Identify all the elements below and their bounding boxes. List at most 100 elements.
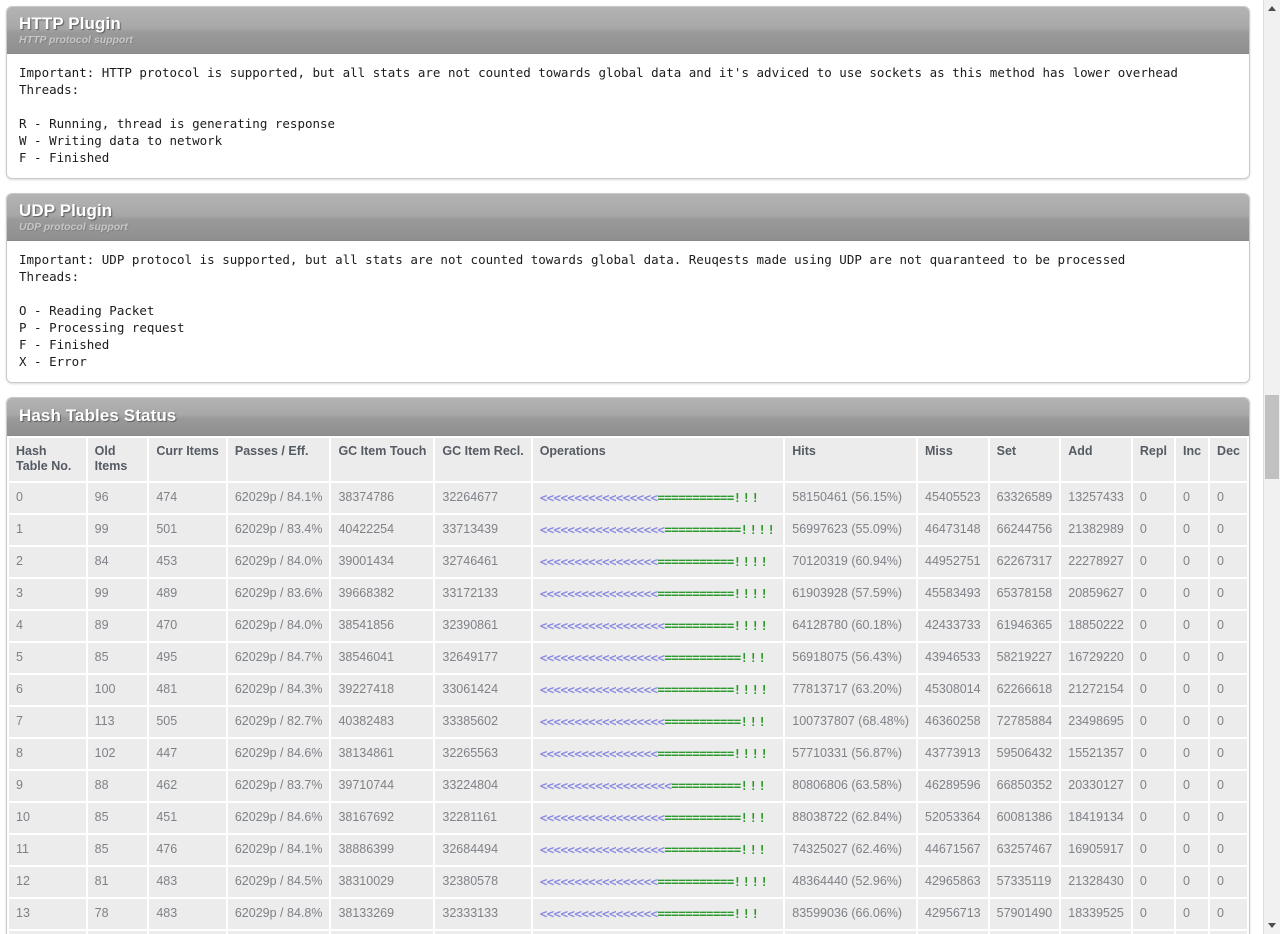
hash-tables-header-row: Hash Table No. Old Items Curr Items Passes … (9, 438, 1247, 481)
cell-hits: 77813717 (63.20%) (785, 675, 917, 705)
cell-dec: 0 (1210, 547, 1247, 577)
cell-inc: 0 (1175, 579, 1209, 609)
ops-bangs-marker: !!!! (733, 874, 770, 889)
cell-hits: 48364440 (52.96%) (785, 867, 917, 897)
cell-no: 2 (9, 547, 86, 577)
cell-curr: 483 (149, 899, 226, 929)
ops-equals-bar: =========== (664, 650, 741, 665)
cell-touch: 39710744 (331, 771, 434, 801)
vertical-scrollbar[interactable] (1263, 0, 1280, 934)
cell-recl: 32281161 (435, 803, 531, 833)
cell-recl: 32746461 (435, 547, 531, 577)
table-row: 2 84 453 62029p / 84.0% 39001434 32746461 <<<<… (9, 547, 1247, 577)
cell-add: 21272154 (1061, 675, 1131, 705)
ops-bangs-marker: !!! (740, 810, 768, 825)
ops-arrows-icon: <<<<<<<<<<<<<<<<< (539, 490, 658, 505)
table-row: 5 85 495 62029p / 84.7% 38546041 32649177 <<<<… (9, 643, 1247, 673)
ops-equals-bar: =========== (657, 906, 734, 921)
scroll-up-button[interactable] (1264, 0, 1280, 17)
cell-passes: 62029p / 83.6% (227, 579, 330, 609)
cell-recl: 33172133 (435, 579, 531, 609)
cell-miss: 42433733 (918, 611, 988, 641)
cell-set: 72785884 (989, 707, 1060, 737)
cell-miss: 42956713 (918, 899, 988, 929)
table-row: 3 99 489 62029p / 83.6% 39668382 33172133 <<<<… (9, 579, 1247, 609)
cell-repl: 0 (1132, 611, 1174, 641)
cell-old: 96 (87, 483, 148, 513)
cell-hits: 80806806 (63.58%) (785, 771, 917, 801)
ops-arrows-icon: <<<<<<<<<<<<<<<<<< (539, 714, 665, 729)
cell-old: 102 (87, 739, 148, 769)
ops-equals-bar: =========== (657, 490, 734, 505)
cell-passes: 62029p / 84.6% (227, 803, 330, 833)
cell-set: 63257467 (989, 835, 1060, 865)
cell-add: 21328430 (1061, 867, 1131, 897)
cell-miss: 44952751 (918, 547, 988, 577)
cell-touch: 38133269 (331, 899, 434, 929)
cell-repl: 0 (1132, 867, 1174, 897)
ops-equals-bar: ========== (671, 778, 741, 793)
operations-cell: <<<<<<<<<<<<<<<<<<<==========!!! (532, 771, 784, 801)
cell-touch: 40382483 (331, 707, 434, 737)
cell-passes: 62029p / 82.7% (227, 707, 330, 737)
cell-hits: 64128780 (60.18%) (785, 611, 917, 641)
cell-old: 85 (87, 803, 148, 833)
cell-inc: 0 (1175, 675, 1209, 705)
hash-tables-header: Hash Tables Status (7, 398, 1249, 436)
cell-set: 66244756 (989, 515, 1060, 545)
table-row: 1 99 501 62029p / 83.4% 40422254 33713439 <<<<… (9, 515, 1247, 545)
column-header-hash-table-no: Hash Table No. (9, 438, 86, 481)
column-header-dec: Dec (1210, 438, 1247, 481)
cell-no: 11 (9, 835, 86, 865)
http-plugin-subtitle: HTTP protocol support (19, 34, 133, 46)
cell-touch: 38374786 (331, 483, 434, 513)
ops-bangs-marker: !!! (740, 650, 768, 665)
cell-set: 59506432 (989, 739, 1060, 769)
scroll-down-button[interactable] (1264, 917, 1280, 934)
operations-cell: <<<<<<<<<<<<<<<<<<===========!!! (532, 803, 784, 833)
cell-inc: 0 (1175, 643, 1209, 673)
column-header-add: Add (1061, 438, 1131, 481)
cell-no: 10 (9, 803, 86, 833)
cell-touch: 38886399 (331, 835, 434, 865)
scroll-down-arrow-icon (1268, 923, 1276, 928)
cell-passes: 62029p / 84.7% (227, 643, 330, 673)
operations-cell: <<<<<<<<<<<<<<<<<===========!!! (532, 483, 784, 513)
ops-arrows-icon: <<<<<<<<<<<<<<<<<< (539, 522, 665, 537)
cell-repl: 0 (1132, 771, 1174, 801)
cell-curr: 481 (149, 675, 226, 705)
cell-add: 23498695 (1061, 707, 1131, 737)
cell-dec: 0 (1210, 611, 1247, 641)
ops-arrows-icon: <<<<<<<<<<<<<<<<< (539, 746, 658, 761)
table-row: 7 113 505 62029p / 82.7% 40382483 33385602 <<<… (9, 707, 1247, 737)
table-row: 6 100 481 62029p / 84.3% 39227418 33061424 <<<… (9, 675, 1247, 705)
cell-set: 58219227 (989, 643, 1060, 673)
ops-equals-bar: =========== (664, 522, 741, 537)
scrollbar-thumb[interactable] (1265, 395, 1279, 479)
ops-bangs-marker: !!! (733, 490, 761, 505)
cell-inc: 0 (1175, 547, 1209, 577)
cell-passes: 62029p / 84.1% (227, 835, 330, 865)
http-plugin-header: HTTP Plugin HTTP protocol support (7, 7, 1249, 54)
cell-touch: 38546041 (331, 643, 434, 673)
cell-recl: 33224804 (435, 771, 531, 801)
cell-old: 85 (87, 835, 148, 865)
cell-repl: 0 (1132, 707, 1174, 737)
table-row: 13 78 483 62029p / 84.8% 38133269 32333133 <<<… (9, 899, 1247, 929)
cell-set: 62267317 (989, 547, 1060, 577)
cell-inc: 0 (1175, 483, 1209, 513)
cell-old: 85 (87, 643, 148, 673)
operations-cell: <<<<<<<<<<<<<<<<<===========!!! (532, 899, 784, 929)
cell-dec: 0 (1210, 643, 1247, 673)
cell-inc: 0 (1175, 611, 1209, 641)
cell-curr: 453 (149, 547, 226, 577)
cell-recl: 32390861 (435, 611, 531, 641)
cell-old: 78 (87, 899, 148, 929)
cell-passes: 62029p / 84.8% (227, 899, 330, 929)
cell-add: 16905917 (1061, 835, 1131, 865)
http-plugin-panel: HTTP Plugin HTTP protocol support Import… (6, 6, 1250, 179)
table-row: 9 88 462 62029p / 83.7% 39710744 33224804 <<<<… (9, 771, 1247, 801)
cell-repl: 0 (1132, 835, 1174, 865)
cell-miss: 43773913 (918, 739, 988, 769)
ops-arrows-icon: <<<<<<<<<<<<<<<<<< (539, 842, 665, 857)
